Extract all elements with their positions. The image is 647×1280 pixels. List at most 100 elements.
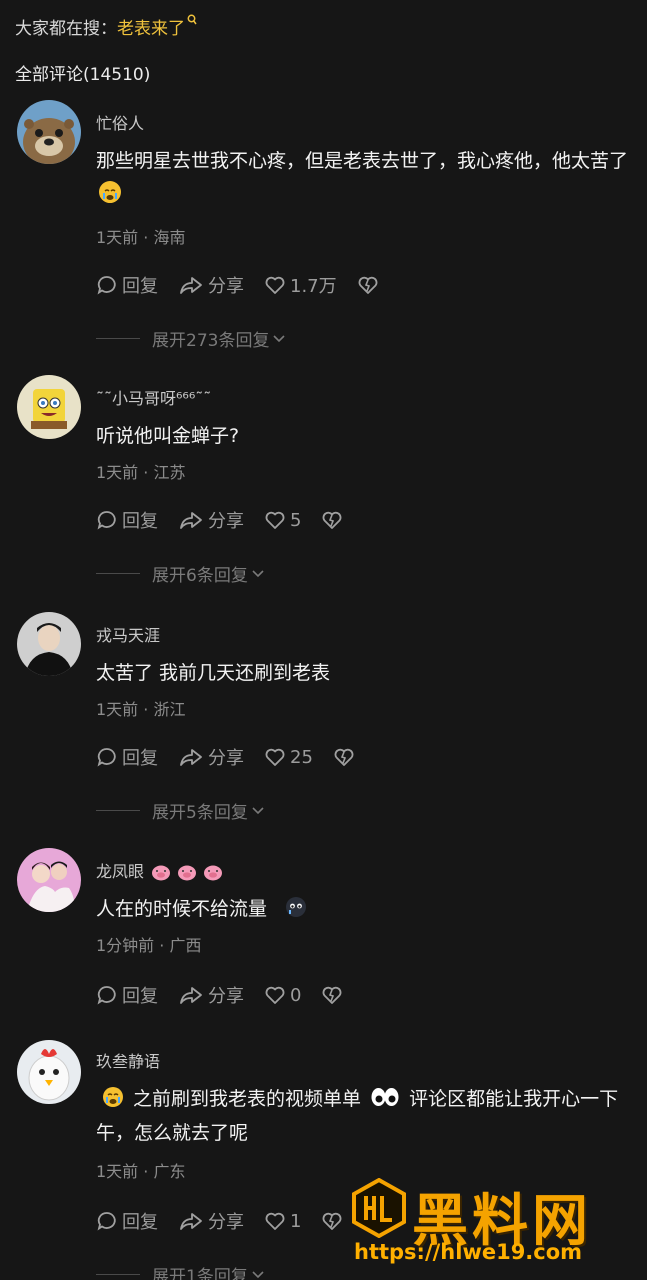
crying-emoji-icon — [99, 181, 121, 203]
share-label: 分享 — [208, 511, 244, 532]
like-count: 1.7万 — [290, 276, 337, 297]
reply-label: 回复 — [122, 748, 158, 769]
like-icon — [265, 1212, 285, 1230]
share-button[interactable]: 分享 — [178, 272, 244, 298]
reply-icon — [97, 511, 116, 530]
dislike-icon — [323, 986, 342, 1004]
username[interactable]: 戎马天涯 — [96, 622, 160, 646]
search-icon[interactable] — [187, 14, 197, 29]
comment-text-content: 人在的时候不给流量 — [96, 898, 268, 920]
reply-button[interactable]: 回复 — [96, 272, 158, 298]
expand-replies[interactable]: 展开6条回复 — [96, 561, 265, 586]
comment-text: 听说他叫金蝉子? — [96, 425, 240, 447]
comment-text: 那些明星去世我不心疼，但是老表去世了，我心疼他，他太苦了 — [96, 144, 636, 212]
avatar[interactable] — [17, 100, 81, 164]
reply-icon — [97, 1212, 116, 1231]
like-button[interactable]: 25 — [264, 747, 313, 768]
trending-prefix: 大家都在搜： — [15, 19, 117, 39]
share-label: 分享 — [208, 276, 244, 297]
comment-meta: 1天前 · 广东 — [96, 1162, 186, 1181]
share-button[interactable]: 分享 — [178, 507, 244, 533]
divider — [96, 573, 140, 574]
share-label: 分享 — [208, 1212, 244, 1233]
like-button[interactable]: 5 — [264, 510, 301, 531]
share-label: 分享 — [208, 986, 244, 1007]
comment-text: 太苦了 我前几天还刷到老表 — [96, 662, 331, 684]
comment-page: 大家都在搜： 老表来了 全部评论(14510) 忙俗人 那些明星去世我不心疼，但… — [0, 0, 647, 1280]
expand-label: 展开5条回复 — [152, 803, 248, 823]
username[interactable]: ˜˜小马哥呀⁶⁶⁶˜˜ — [96, 385, 211, 409]
reply-button[interactable]: 回复 — [96, 507, 158, 533]
reply-label: 回复 — [122, 276, 158, 297]
avatar[interactable] — [17, 1040, 81, 1104]
reply-button[interactable]: 回复 — [96, 744, 158, 770]
comment-text: 之前刷到我老表的视频单单 评论区都能让我开心一下午，怎么就去了呢 — [96, 1082, 636, 1150]
reply-icon — [97, 276, 116, 295]
chevron-down-icon — [273, 334, 286, 342]
like-icon — [265, 276, 285, 294]
chevron-down-icon — [252, 569, 264, 577]
share-icon — [180, 1213, 202, 1230]
chevron-down-icon — [252, 1270, 264, 1278]
trending-search[interactable]: 大家都在搜： 老表来了 — [15, 14, 197, 39]
share-button[interactable]: 分享 — [178, 744, 244, 770]
like-button[interactable]: 1.7万 — [264, 272, 337, 298]
comment-meta: 1天前 · 江苏 — [96, 463, 186, 482]
comment-actions: 回复 分享 5 — [96, 507, 367, 533]
expand-label: 展开1条回复 — [152, 1267, 248, 1280]
share-icon — [180, 987, 202, 1004]
reply-label: 回复 — [122, 511, 158, 532]
watermark-url: https://hlwe19.com — [354, 1240, 583, 1264]
share-label: 分享 — [208, 748, 244, 769]
reply-label: 回复 — [122, 986, 158, 1007]
avatar[interactable] — [17, 848, 81, 912]
dislike-button[interactable] — [333, 747, 359, 767]
avatar[interactable] — [17, 612, 81, 676]
comment-meta: 1天前 · 浙江 — [96, 700, 186, 719]
reply-button[interactable]: 回复 — [96, 982, 158, 1008]
trending-keyword[interactable]: 老表来了 — [117, 14, 185, 39]
comment-text-content: 那些明星去世我不心疼，但是老表去世了，我心疼他，他太苦了 — [96, 150, 629, 172]
username[interactable]: 忙俗人 — [96, 110, 144, 134]
like-count: 25 — [290, 746, 313, 768]
like-count: 0 — [290, 984, 302, 1006]
comment-text-part: 之前刷到我老表的视频单单 — [133, 1088, 362, 1110]
eyes-emoji-icon — [370, 1085, 400, 1107]
like-button[interactable]: 1 — [264, 1211, 301, 1232]
username-text: 龙凤眼 — [96, 862, 145, 881]
like-button[interactable]: 0 — [264, 985, 301, 1006]
dislike-button[interactable] — [321, 1211, 347, 1231]
reply-label: 回复 — [122, 1212, 158, 1233]
avatar[interactable] — [17, 375, 81, 439]
username[interactable]: 玖叁静语 — [96, 1048, 160, 1072]
dislike-button[interactable] — [357, 275, 383, 295]
like-count: 5 — [290, 509, 302, 531]
comment-count: 全部评论(14510) — [15, 65, 151, 85]
comment-meta: 1分钟前 · 广西 — [96, 936, 202, 955]
chevron-down-icon — [252, 806, 264, 814]
divider — [96, 810, 140, 811]
username[interactable]: 龙凤眼 — [96, 858, 223, 882]
expand-replies[interactable]: 展开1条回复 — [96, 1262, 265, 1280]
divider — [96, 338, 140, 339]
like-icon — [265, 986, 285, 1004]
reply-button[interactable]: 回复 — [96, 1208, 158, 1234]
like-count: 1 — [290, 1210, 302, 1232]
expand-label: 展开273条回复 — [152, 331, 270, 351]
share-icon — [180, 277, 202, 294]
comment-meta: 1天前 · 海南 — [96, 228, 186, 247]
share-icon — [180, 749, 202, 766]
comment-actions: 回复 分享 0 — [96, 982, 367, 1008]
dislike-button[interactable] — [321, 985, 347, 1005]
share-icon — [180, 512, 202, 529]
dislike-button[interactable] — [321, 510, 347, 530]
share-button[interactable]: 分享 — [178, 982, 244, 1008]
like-icon — [265, 748, 285, 766]
expand-replies[interactable]: 展开273条回复 — [96, 326, 286, 351]
dislike-icon — [334, 748, 354, 766]
share-button[interactable]: 分享 — [178, 1208, 244, 1234]
watermark-logo-icon — [352, 1178, 406, 1238]
expand-replies[interactable]: 展开5条回复 — [96, 798, 265, 823]
dislike-icon — [323, 511, 342, 529]
dislike-icon — [358, 276, 378, 294]
